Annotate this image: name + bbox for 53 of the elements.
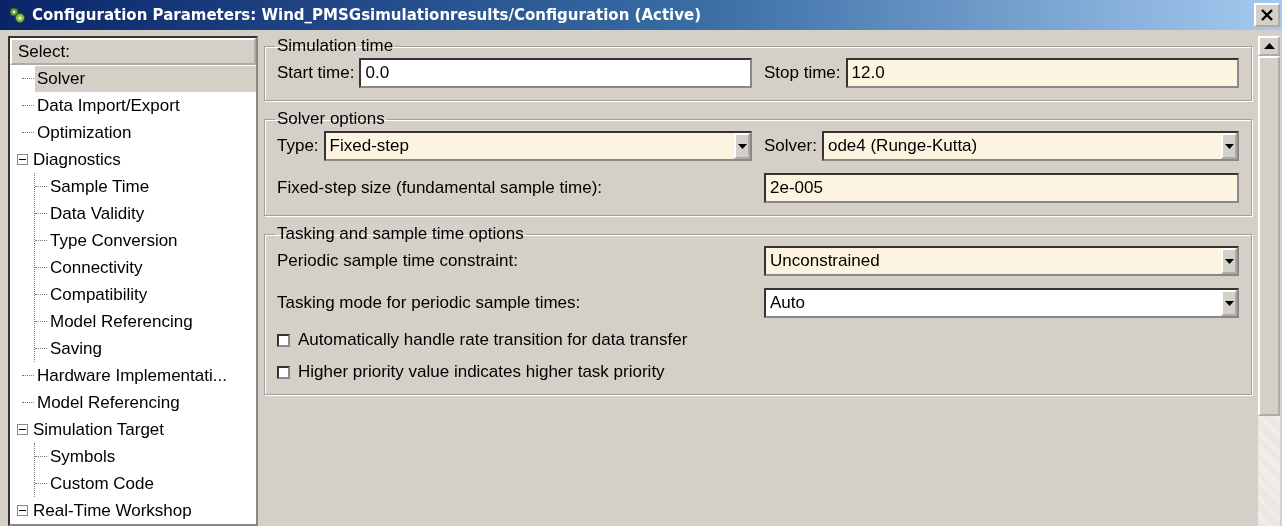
checkbox[interactable] bbox=[277, 365, 290, 379]
field-label: Tasking mode for periodic sample times: bbox=[277, 293, 582, 313]
dropdown[interactable]: ode4 (Runge-Kutta) bbox=[821, 131, 1239, 161]
checkbox[interactable] bbox=[277, 333, 290, 347]
caret-icon bbox=[737, 143, 747, 149]
close-icon bbox=[1260, 8, 1274, 22]
field-label: Periodic sample time constraint: bbox=[277, 251, 519, 271]
tree-item[interactable]: Real-Time Workshop bbox=[31, 497, 194, 524]
field-label: Stop time: bbox=[764, 63, 841, 83]
input-field[interactable]: 2e-005 bbox=[764, 173, 1239, 203]
field-label: Type: bbox=[277, 136, 319, 156]
window-title: Configuration Parameters: Wind_PMSGsimulationresults/Configuration (Active) bbox=[32, 6, 702, 24]
scroll-up-button[interactable] bbox=[1258, 36, 1280, 56]
caret-icon bbox=[1224, 300, 1234, 306]
group-title: Simulation time bbox=[276, 36, 395, 56]
caret-icon bbox=[1224, 143, 1234, 149]
tree-item[interactable]: Model Referencing bbox=[48, 308, 195, 335]
tree-item[interactable]: Hardware Implementati... bbox=[35, 362, 229, 389]
up-arrow-icon bbox=[1263, 43, 1275, 49]
collapse-icon[interactable] bbox=[17, 424, 28, 435]
collapse-icon[interactable] bbox=[17, 154, 28, 165]
checkbox-label: Automatically handle rate transition for data transfer bbox=[298, 330, 688, 350]
field-label: Fixed-step size (fundamental sample time): bbox=[277, 178, 604, 198]
tree-item[interactable]: Symbols bbox=[48, 443, 118, 470]
dropdown[interactable]: Unconstrained bbox=[764, 246, 1239, 276]
tree-item[interactable]: Model Referencing bbox=[35, 389, 182, 416]
field-label: Start time: bbox=[277, 63, 355, 83]
tree-item[interactable]: Diagnostics bbox=[31, 146, 123, 173]
tree-item[interactable]: Type Conversion bbox=[48, 227, 180, 254]
dropdown[interactable]: Auto bbox=[764, 288, 1239, 318]
tree-item[interactable]: Data Validity bbox=[48, 200, 147, 227]
caret-icon bbox=[1224, 258, 1234, 264]
tree-item[interactable]: Simulation Target bbox=[31, 416, 167, 443]
collapse-icon[interactable] bbox=[17, 505, 28, 516]
field-label: Solver: bbox=[764, 136, 817, 156]
tree-item[interactable]: Connectivity bbox=[48, 254, 145, 281]
tree-item[interactable]: Custom Code bbox=[48, 470, 156, 497]
tree-item[interactable]: Data Import/Export bbox=[35, 92, 182, 119]
tree-item[interactable]: Compatibility bbox=[48, 281, 150, 308]
input-field[interactable]: 0.0 bbox=[359, 58, 752, 88]
dropdown[interactable]: Fixed-step bbox=[323, 131, 752, 161]
scroll-thumb[interactable] bbox=[1258, 56, 1280, 416]
scrollbar[interactable] bbox=[1258, 36, 1280, 526]
input-field[interactable]: 12.0 bbox=[845, 58, 1239, 88]
tree-item[interactable]: Sample Time bbox=[48, 173, 152, 200]
group-title: Solver options bbox=[276, 109, 386, 129]
group-title: Tasking and sample time options bbox=[276, 224, 525, 244]
tree-item[interactable]: Solver bbox=[35, 65, 256, 92]
tree-item[interactable]: Saving bbox=[48, 335, 104, 362]
sidebar-header: Select: bbox=[10, 38, 256, 65]
tree-item[interactable]: Optimization bbox=[35, 119, 134, 146]
close-button[interactable] bbox=[1254, 3, 1280, 27]
checkbox-label: Higher priority value indicates higher task priority bbox=[298, 362, 665, 382]
